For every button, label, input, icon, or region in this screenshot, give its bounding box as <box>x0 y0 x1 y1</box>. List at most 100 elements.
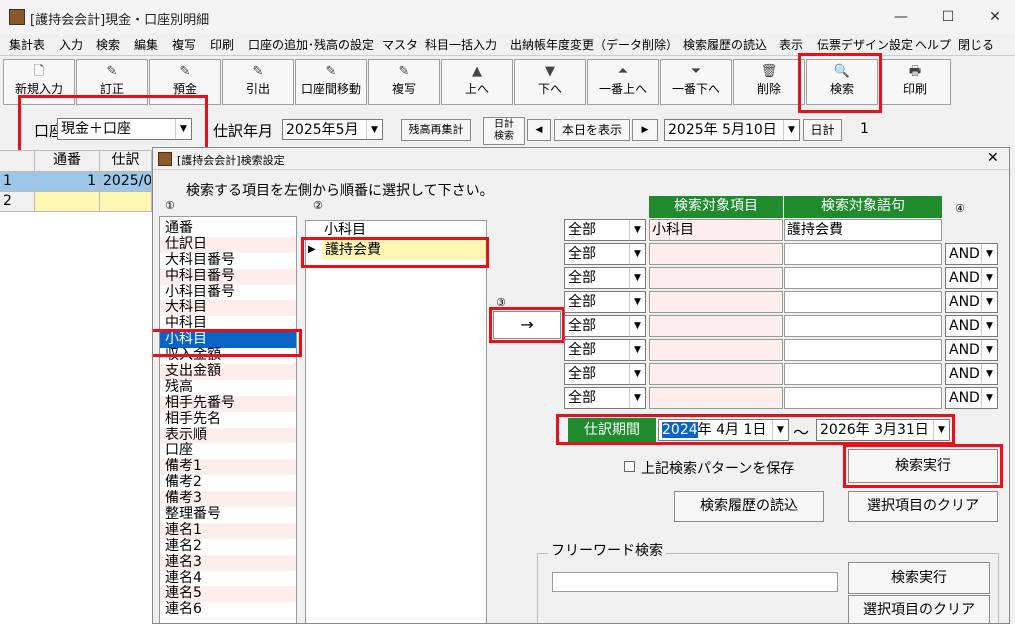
subitem-row[interactable]: 護持会費 <box>322 240 486 260</box>
clear-selection-button[interactable]: 選択項目のクリア <box>848 491 998 522</box>
grid-cell-date[interactable] <box>100 192 152 212</box>
next-day-button[interactable]: ▶ <box>632 119 658 141</box>
menu-item-add-account[interactable]: 口座の追加･残高の設定 <box>248 36 374 53</box>
condition-mode-select[interactable]: 全部 ▼ <box>564 219 646 241</box>
menu-item-year-change[interactable]: 出納帳年度変更（データ削除） <box>510 36 678 53</box>
account-select[interactable]: 現金＋口座 ▼ <box>57 118 192 140</box>
condition-item[interactable] <box>649 387 783 409</box>
menu-item-print[interactable]: 印刷 <box>210 36 234 53</box>
grid-row-number[interactable]: 1 <box>0 172 35 192</box>
condition-mode-select[interactable]: 全部 ▼ <box>564 363 646 385</box>
condition-term[interactable] <box>784 363 942 385</box>
condition-mode-select[interactable]: 全部 ▼ <box>564 315 646 337</box>
condition-mode-select[interactable]: 全部 ▼ <box>564 267 646 289</box>
field-item[interactable]: 大科目番号 <box>160 252 296 269</box>
transfer-button[interactable]: ✎ 口座間移動 <box>295 59 367 105</box>
field-item[interactable]: 口座 <box>160 443 296 459</box>
menu-item-search[interactable]: 検索 <box>96 36 120 53</box>
save-pattern-checkbox[interactable] <box>624 461 635 472</box>
prev-day-button[interactable]: ◀ <box>527 119 551 141</box>
dialog-close-button[interactable]: ✕ <box>987 150 999 166</box>
condition-item[interactable] <box>649 243 783 265</box>
field-item[interactable]: 仕訳日 <box>160 236 296 253</box>
field-item[interactable]: 通番 <box>160 221 296 237</box>
condition-logic-select[interactable]: AND ▼ <box>945 267 998 289</box>
menu-item-history[interactable]: 検索履歴の読込 <box>683 36 767 53</box>
subitem-list[interactable]: 小科目 ▶ 護持会費 <box>305 220 487 623</box>
field-item[interactable]: 大科目 <box>160 300 296 317</box>
move-up-button[interactable]: ▲ 上へ <box>441 59 513 105</box>
condition-logic-select[interactable]: AND ▼ <box>945 339 998 361</box>
daily-search-button[interactable]: 日計 検索 <box>483 117 525 145</box>
condition-mode-select[interactable]: 全部 ▼ <box>564 339 646 361</box>
condition-mode-select[interactable]: 全部 ▼ <box>564 243 646 265</box>
condition-item[interactable] <box>649 339 783 361</box>
field-item[interactable]: 表示順 <box>160 427 296 444</box>
grid-cell-date[interactable]: 2025/0 <box>100 172 152 192</box>
period-from-picker[interactable]: 2024年 4月 1日 ▼ <box>658 419 789 441</box>
field-item[interactable]: 備考3 <box>160 491 296 508</box>
menu-item-bulk-input[interactable]: 科目一括入力 <box>425 36 497 53</box>
menu-item-slip-design[interactable]: 伝票デザイン設定 <box>817 36 913 53</box>
menu-item-copy[interactable]: 複写 <box>172 36 196 53</box>
condition-term[interactable] <box>784 291 942 313</box>
condition-term[interactable] <box>784 243 942 265</box>
grid-header-date[interactable]: 仕訳 <box>100 151 152 172</box>
condition-term[interactable] <box>784 387 942 409</box>
move-down-button[interactable]: ▼ 下へ <box>514 59 586 105</box>
field-item[interactable]: 収入金額 <box>160 348 296 364</box>
menu-item-summary[interactable]: 集計表 <box>9 36 45 53</box>
field-item[interactable]: 備考2 <box>160 475 296 491</box>
condition-term[interactable]: 護持会費 <box>784 219 942 241</box>
field-item[interactable]: 連名2 <box>160 538 296 555</box>
grid-cell-seq[interactable]: 1 <box>35 172 100 192</box>
daily-total-button[interactable]: 日計 <box>803 119 842 141</box>
field-item[interactable]: 連名3 <box>160 554 296 571</box>
print-button[interactable]: 🖶 印刷 <box>879 59 951 105</box>
field-item[interactable]: 連名6 <box>160 602 296 618</box>
search-button[interactable]: 🔍 検索 <box>806 59 878 105</box>
field-item[interactable]: 整理番号 <box>160 507 296 523</box>
field-item[interactable]: 相手先番号 <box>160 395 296 412</box>
condition-item[interactable] <box>649 267 783 289</box>
condition-item[interactable] <box>649 291 783 313</box>
minimize-button[interactable]: — <box>878 4 924 30</box>
menu-item-edit[interactable]: 編集 <box>134 36 158 53</box>
withdraw-button[interactable]: ✎ 引出 <box>222 59 294 105</box>
freeword-input[interactable] <box>552 572 838 592</box>
condition-logic-select[interactable]: AND ▼ <box>945 291 998 313</box>
field-item[interactable]: 支出金額 <box>160 364 296 380</box>
condition-term[interactable] <box>784 315 942 337</box>
move-top-button[interactable]: ⏶ 一番上へ <box>587 59 659 105</box>
field-item[interactable]: 中科目 <box>160 316 296 332</box>
new-entry-button[interactable]: 🗋 新規入力 <box>3 59 75 105</box>
copy-button[interactable]: ✎ 複写 <box>368 59 440 105</box>
move-bottom-button[interactable]: ⏷ 一番下へ <box>660 59 732 105</box>
field-item[interactable]: 残高 <box>160 379 296 396</box>
field-list[interactable]: 通番 仕訳日 大科目番号 中科目番号 小科目番号 大科目 中科目 小科目 収入金… <box>159 216 297 623</box>
deposit-button[interactable]: ✎ 預金 <box>149 59 221 105</box>
grid-cell-seq[interactable] <box>35 192 100 212</box>
menu-item-help[interactable]: ヘルプ <box>915 36 951 53</box>
condition-item[interactable] <box>649 315 783 337</box>
maximize-button[interactable]: ☐ <box>925 4 971 30</box>
edit-button[interactable]: ✎ 訂正 <box>76 59 148 105</box>
condition-logic-select[interactable]: AND ▼ <box>945 363 998 385</box>
condition-item[interactable] <box>649 363 783 385</box>
delete-button[interactable]: 🗑 削除 <box>733 59 805 105</box>
field-item[interactable]: 中科目番号 <box>160 268 296 285</box>
field-item[interactable]: 相手先名 <box>160 411 296 428</box>
date-picker[interactable]: 2025年 5月10日 ▼ <box>664 119 800 141</box>
condition-logic-select[interactable]: AND ▼ <box>945 387 998 409</box>
field-item-selected[interactable]: 小科目 <box>160 332 296 349</box>
condition-logic-select[interactable]: AND ▼ <box>945 243 998 265</box>
load-history-button[interactable]: 検索履歴の読込 <box>674 491 824 522</box>
field-item[interactable]: 備考1 <box>160 459 296 476</box>
condition-mode-select[interactable]: 全部 ▼ <box>564 387 646 409</box>
period-select[interactable]: 2025年5月 ▼ <box>282 119 383 140</box>
field-item[interactable]: 連名1 <box>160 522 296 539</box>
recalc-balance-button[interactable]: 残高再集計 <box>401 119 471 141</box>
period-to-picker[interactable]: 2026年 3月31日 ▼ <box>816 419 950 441</box>
add-condition-button[interactable]: → <box>493 311 561 339</box>
freeword-clear-button[interactable]: 選択項目のクリア <box>848 595 990 623</box>
